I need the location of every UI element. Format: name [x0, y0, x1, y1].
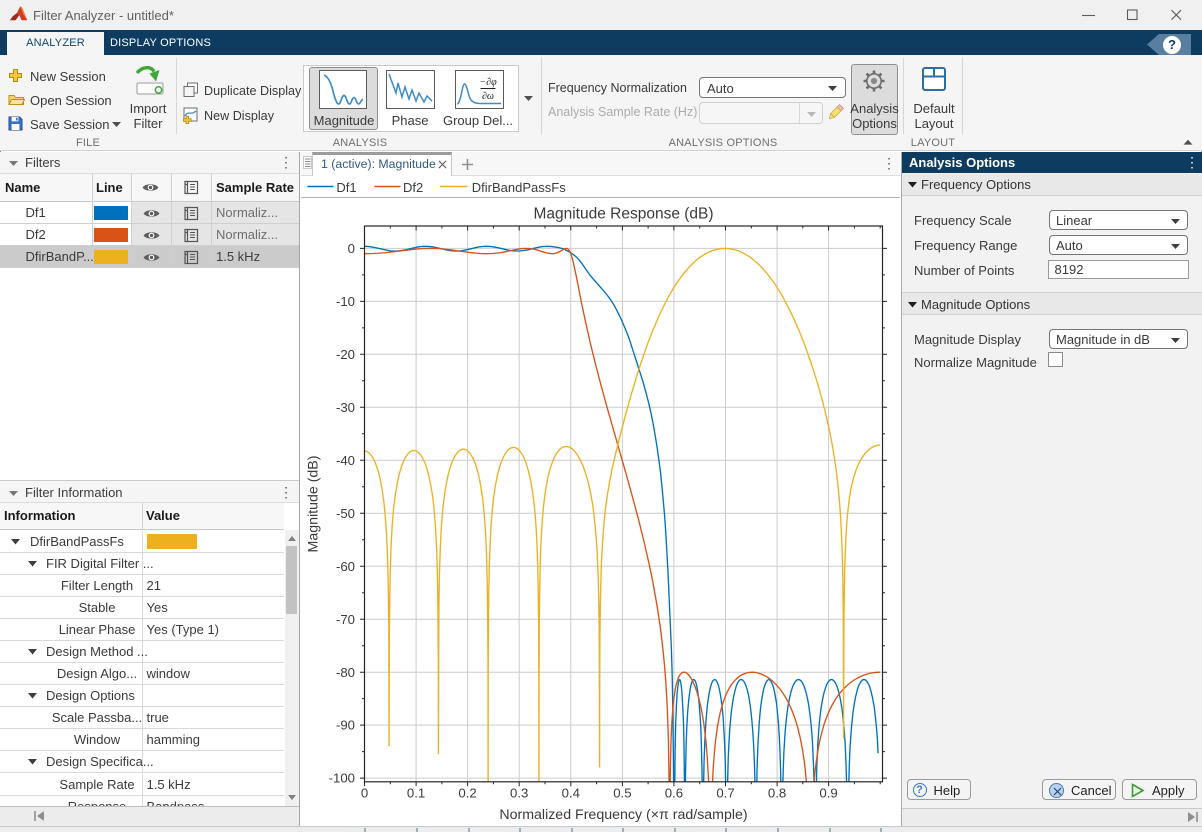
svg-text:-30: -30 [336, 399, 355, 414]
svg-text:0: 0 [348, 241, 355, 256]
svg-text:0.9: 0.9 [819, 785, 837, 800]
svg-text:0.3: 0.3 [510, 785, 528, 800]
svg-text:-70: -70 [336, 611, 355, 626]
svg-text:-40: -40 [336, 452, 355, 467]
svg-text:0.5: 0.5 [613, 785, 631, 800]
svg-text:0: 0 [361, 785, 368, 800]
svg-text:-80: -80 [336, 664, 355, 679]
svg-text:-100: -100 [329, 770, 355, 785]
svg-text:0.7: 0.7 [716, 785, 734, 800]
svg-text:−∂φ: −∂φ [479, 77, 497, 88]
svg-text:-60: -60 [336, 558, 355, 573]
svg-text:-50: -50 [336, 505, 355, 520]
svg-text:-10: -10 [336, 294, 355, 309]
svg-text:-20: -20 [336, 346, 355, 361]
svg-text:Magnitude (dB): Magnitude (dB) [306, 455, 322, 552]
svg-text:0.6: 0.6 [665, 785, 683, 800]
svg-text:0.1: 0.1 [407, 785, 425, 800]
svg-text:0.4: 0.4 [562, 785, 580, 800]
svg-text:0.8: 0.8 [768, 785, 786, 800]
svg-text:0.2: 0.2 [458, 785, 476, 800]
svg-text:∂ω: ∂ω [481, 91, 493, 102]
svg-text:-90: -90 [336, 717, 355, 732]
svg-text:Normalized Frequency (×π rad/s: Normalized Frequency (×π rad/sample) [499, 807, 747, 823]
svg-text:Magnitude Response (dB): Magnitude Response (dB) [533, 205, 713, 222]
